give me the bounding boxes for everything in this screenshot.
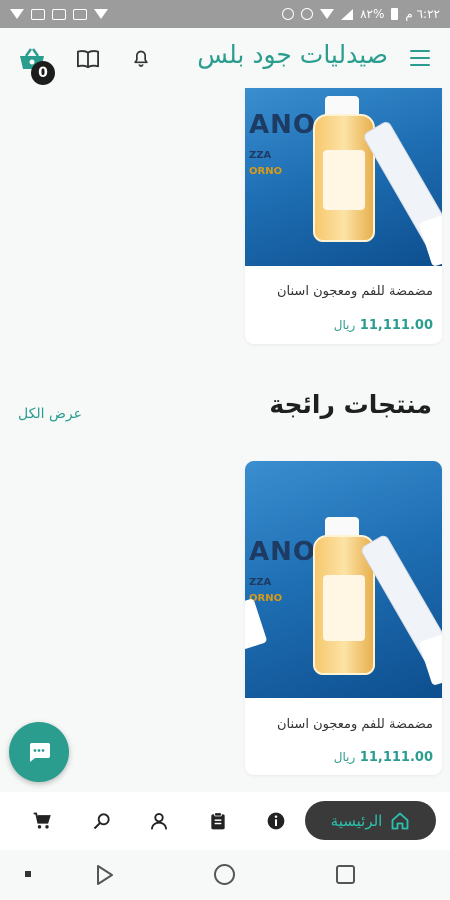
section-title-trending: منتجات رائجة: [269, 390, 432, 419]
menu-icon[interactable]: [410, 50, 430, 66]
app-header: صيدليات جود بلس 0: [0, 28, 450, 86]
product-price: 11,111.00 ريال: [333, 318, 433, 333]
battery-icon: [391, 8, 399, 20]
cell-signal-icon: [341, 8, 354, 20]
bell-icon[interactable]: [131, 48, 151, 70]
profile-icon: [151, 813, 167, 830]
hd-icon: [73, 8, 87, 20]
system-dot-icon[interactable]: [25, 871, 31, 877]
chat-icon: [30, 743, 50, 762]
nav-search[interactable]: [91, 810, 113, 832]
info-icon: [267, 812, 285, 830]
alarm-icon: [301, 8, 314, 20]
product-name: مضمضة للفم ومعجون اسنان: [277, 717, 433, 732]
product-name: مضمضة للفم ومعجون اسنان: [277, 284, 433, 299]
clipboard-icon: [211, 812, 225, 830]
wifi-icon-2: [94, 9, 108, 19]
cart-icon: [33, 812, 51, 829]
status-icons-right: ٨٢% ٦:٢٢ م: [282, 7, 440, 21]
page-title: صيدليات جود بلس: [197, 40, 388, 69]
nav-orders[interactable]: [207, 810, 229, 832]
status-bar: ٨٢% ٦:٢٢ م: [0, 0, 450, 28]
bottom-navigation: الرئيسية: [0, 792, 450, 850]
chat-button[interactable]: [9, 722, 69, 782]
cart-count-badge: 0: [31, 61, 55, 85]
network-icon: [52, 8, 66, 20]
nav-home[interactable]: الرئيسية: [305, 801, 436, 840]
search-icon: [93, 813, 110, 830]
battery-percent: ٨٢%: [360, 7, 385, 21]
wifi-icon: [10, 9, 24, 19]
vibrate-icon: [282, 8, 295, 20]
book-icon[interactable]: [75, 48, 101, 70]
status-time: ٦:٢٢ م: [405, 7, 440, 21]
wifi-signal-icon: [320, 9, 335, 19]
system-navigation-bar: [0, 850, 450, 900]
product-price: 11,111.00 ريال: [333, 750, 433, 765]
nav-profile[interactable]: [148, 810, 170, 832]
product-image: ANO ZZA ORNO: [245, 461, 442, 698]
nav-info[interactable]: [265, 810, 287, 832]
product-card[interactable]: ANO ZZA ORNO مضمضة للفم ومعجون اسنان 11,…: [245, 461, 442, 775]
play-icon[interactable]: [95, 864, 115, 886]
view-all-link[interactable]: عرض الكل: [18, 406, 82, 422]
system-recents-icon[interactable]: [336, 865, 355, 884]
nav-home-label: الرئيسية: [330, 811, 383, 830]
product-card[interactable]: ANO ZZA ORNO مضمضة للفم ومعجون اسنان 11,…: [245, 88, 442, 344]
status-icons-left: [10, 8, 108, 20]
mail-icon: [31, 8, 45, 20]
product-image: ANO ZZA ORNO: [245, 88, 442, 266]
system-home-icon[interactable]: [214, 864, 235, 885]
home-icon: [391, 812, 409, 829]
nav-cart[interactable]: [31, 810, 53, 832]
